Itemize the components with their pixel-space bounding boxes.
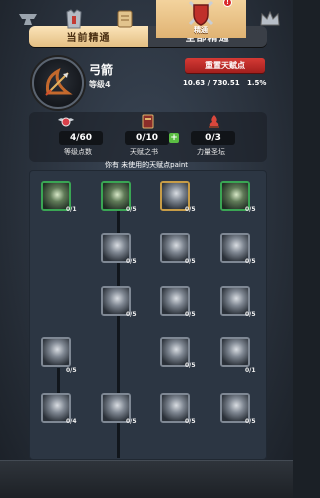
running-archer-icon (222, 339, 248, 365)
plus-icon[interactable]: + (169, 133, 179, 143)
talent-level-count: 0/1 (245, 367, 256, 374)
talent-level-count: 0/5 (245, 258, 256, 265)
nav-scroll[interactable] (103, 0, 147, 38)
reset-talent-points-button[interactable]: 重置天赋点 (185, 58, 265, 73)
crown-icon (260, 10, 280, 26)
anvil-icon (19, 14, 37, 25)
power-altar-value: 0/3 (191, 131, 235, 145)
unused-points-notice: 你有 未使用的天赋点paint (104, 161, 189, 169)
talent-book-value: 0/10 (125, 131, 169, 145)
class-level: 等级4 (89, 80, 111, 89)
notification-badge: ! (223, 0, 232, 7)
talent-level-count: 0/5 (245, 418, 256, 425)
talent-node[interactable] (41, 337, 71, 367)
talent-level-count: 0/5 (185, 311, 196, 318)
talent-level-count: 0/5 (126, 258, 137, 265)
talent-level-count: 0/5 (66, 367, 77, 374)
experience-percent: 1.5% (247, 79, 267, 87)
book-icon (142, 114, 154, 129)
class-avatar (32, 57, 84, 109)
talent-level-count: 0/5 (126, 311, 137, 318)
talent-level-count: 0/5 (245, 311, 256, 318)
nav-forge[interactable] (6, 0, 50, 38)
winged-medal-icon (58, 117, 74, 127)
nav-ranking[interactable] (250, 0, 290, 38)
nav-mastery[interactable]: 精通 ! (156, 0, 246, 38)
level-points-value: 4/60 (59, 131, 103, 145)
talent-level-count: 0/5 (245, 206, 256, 213)
talent-level-count: 0/5 (126, 418, 137, 425)
talent-level-count: 0/5 (185, 206, 196, 213)
class-name: 弓箭 (89, 63, 114, 77)
talent-node[interactable] (220, 337, 250, 367)
nav-equipment[interactable] (52, 0, 96, 38)
level-points-label: 等级点数 (64, 148, 92, 156)
sword-shield-icon (188, 0, 214, 26)
talent-level-count: 0/5 (126, 206, 137, 213)
talent-level-count: 0/5 (185, 258, 196, 265)
talent-level-count: 0/4 (66, 418, 77, 425)
nav-mastery-label: 精通 (194, 26, 208, 34)
armor-icon (66, 9, 82, 29)
talent-book-label: 天赋之书 (130, 148, 158, 156)
talent-level-count: 0/5 (185, 362, 196, 369)
fence-icon (43, 339, 69, 365)
experience-value: 10.63 / 730.51 (183, 79, 240, 87)
talent-level-count: 0/1 (66, 206, 77, 213)
power-altar-label: 力量圣坛 (197, 148, 225, 156)
bottom-navigation (0, 460, 293, 498)
talent-level-count: 0/5 (185, 418, 196, 425)
altar-icon (209, 115, 219, 128)
bow-and-arrow-icon (45, 67, 73, 96)
scroll-icon (117, 10, 133, 28)
